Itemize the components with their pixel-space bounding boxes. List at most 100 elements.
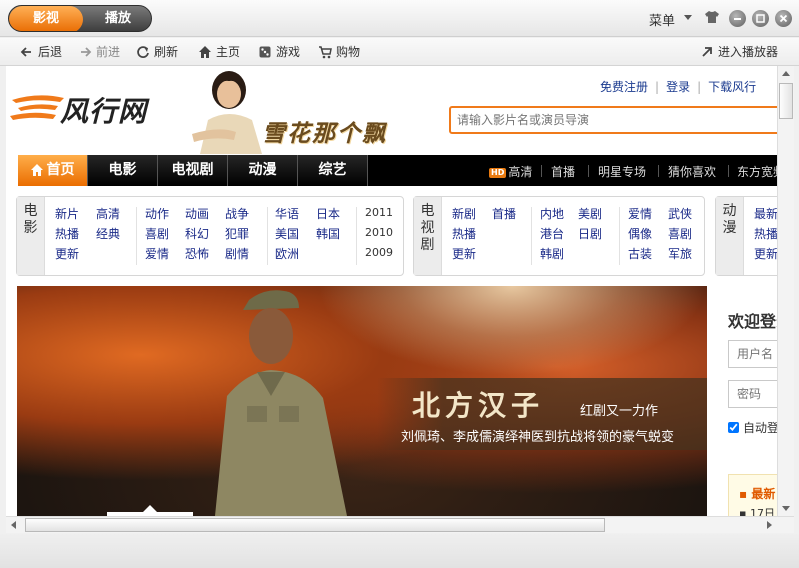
site-logo[interactable]: 风行网 (8, 88, 178, 128)
close-button[interactable] (775, 10, 792, 27)
hd-link[interactable]: HD 高清 (489, 163, 532, 180)
movie-link[interactable]: 新片 (55, 205, 79, 222)
movie-link[interactable]: 美国 (275, 225, 299, 242)
channel-anime[interactable]: 动漫 (228, 155, 298, 186)
tv-link[interactable]: 古装 (628, 245, 652, 262)
movie-link[interactable]: 日本 (316, 205, 340, 222)
anime-link[interactable]: 更新 (754, 245, 777, 262)
separator: | (655, 80, 660, 94)
username-input[interactable] (728, 340, 777, 368)
tab-video[interactable]: 影视 (9, 6, 83, 31)
separator (728, 165, 729, 177)
hd-badge: HD (489, 168, 507, 178)
hero-soldier-figure (215, 290, 347, 516)
tv-link[interactable]: 武侠 (668, 205, 692, 222)
movie-link[interactable]: 欧洲 (275, 245, 299, 262)
forward-arrow-icon (81, 47, 92, 57)
tv-link[interactable]: 更新 (452, 245, 476, 262)
movie-link[interactable]: 韩国 (316, 225, 340, 242)
password-input[interactable] (728, 380, 777, 408)
refresh-icon (137, 46, 149, 58)
movie-category-box: 电影 新片 高清 热播 经典 更新 动作 动画 战争 喜剧 科幻 犯罪 爱情 恐… (16, 196, 404, 276)
games-button[interactable]: 游戏 (258, 43, 300, 61)
movie-link[interactable]: 喜剧 (145, 225, 169, 242)
horizontal-scrollbar[interactable] (6, 516, 794, 533)
premiere-link[interactable]: 首播 (551, 163, 575, 180)
shop-button[interactable]: 购物 (318, 43, 360, 61)
movie-link[interactable]: 爱情 (145, 245, 169, 262)
tv-link[interactable]: 爱情 (628, 205, 652, 222)
hero-banner[interactable]: 北方汉子 红剧又一力作 刘佩琦、李成儒演绎神医到抗战将领的豪气蜕变 (17, 286, 707, 516)
movie-link[interactable]: 经典 (96, 225, 120, 242)
vertical-scroll-thumb[interactable] (779, 83, 793, 119)
status-bar (0, 534, 799, 568)
tv-link[interactable]: 日剧 (578, 225, 602, 242)
movie-link[interactable]: 华语 (275, 205, 299, 222)
movie-link[interactable]: 更新 (55, 245, 79, 262)
chevron-down-icon[interactable] (684, 15, 692, 20)
search-input[interactable] (451, 108, 777, 132)
separator: | (697, 80, 702, 94)
scroll-down-arrow-icon[interactable] (782, 506, 790, 511)
movie-link[interactable]: 科幻 (185, 225, 209, 242)
tv-link[interactable]: 港台 (540, 225, 564, 242)
news-item[interactable]: ▪ 17日 (739, 505, 775, 516)
news-item[interactable]: ▪ 最新 (739, 485, 775, 502)
stars-link[interactable]: 明星专场 (598, 163, 646, 180)
close-icon (779, 14, 788, 23)
download-link[interactable]: 下载风行 (708, 80, 756, 94)
movie-link[interactable]: 犯罪 (225, 225, 249, 242)
vertical-scrollbar[interactable] (777, 66, 794, 516)
auto-login-checkbox[interactable] (728, 422, 739, 433)
movie-link[interactable]: 高清 (96, 205, 120, 222)
tv-link[interactable]: 热播 (452, 225, 476, 242)
forward-button[interactable]: 前进 (78, 43, 120, 61)
scroll-right-arrow-icon[interactable] (767, 521, 772, 529)
hd-label: 高清 (508, 165, 533, 179)
channel-movie[interactable]: 电影 (88, 155, 158, 186)
movie-link[interactable]: 战争 (225, 205, 249, 222)
tv-link[interactable]: 偶像 (628, 225, 652, 242)
anime-link[interactable]: 最新 (754, 205, 777, 222)
tv-link[interactable]: 新剧 (452, 205, 476, 222)
channel-tv[interactable]: 电视剧 (158, 155, 228, 186)
movie-link[interactable]: 热播 (55, 225, 79, 242)
auto-login-label: 自动登录 (743, 421, 777, 435)
tab-play[interactable]: 播放 (83, 6, 151, 31)
maximize-button[interactable] (752, 10, 769, 27)
channel-bar: 首页 电影 电视剧 动漫 综艺 HD高清 首播 明星专场 猜你喜欢 东方宽频 (18, 155, 777, 186)
year-link[interactable]: 2010 (365, 226, 393, 239)
movie-link[interactable]: 动作 (145, 205, 169, 222)
back-button[interactable]: 后退 (20, 43, 62, 61)
tv-link[interactable]: 喜剧 (668, 225, 692, 242)
refresh-button[interactable]: 刷新 (136, 43, 178, 61)
channel-home[interactable]: 首页 (18, 155, 88, 186)
anime-link[interactable]: 热播 (754, 225, 777, 242)
home-button[interactable]: 主页 (198, 43, 240, 61)
tshirt-icon[interactable] (704, 10, 720, 24)
guess-link[interactable]: 猜你喜欢 (668, 163, 716, 180)
auto-login-checkbox-label[interactable]: 自动登录 (728, 419, 777, 436)
tv-link[interactable]: 军旅 (668, 245, 692, 262)
scroll-up-arrow-icon[interactable] (782, 71, 790, 76)
enter-player-button[interactable]: 进入播放器 (700, 43, 778, 61)
tv-link[interactable]: 内地 (540, 205, 564, 222)
movie-link[interactable]: 恐怖 (185, 245, 209, 262)
logo-text: 风行网 (60, 95, 148, 128)
tv-link[interactable]: 首播 (492, 205, 516, 222)
menu-button[interactable]: 菜单 (649, 10, 675, 29)
movie-link[interactable]: 剧情 (225, 245, 249, 262)
east-link[interactable]: 东方宽频 (737, 163, 777, 180)
login-link[interactable]: 登录 (666, 80, 690, 94)
minimize-button[interactable] (729, 10, 746, 27)
tv-link[interactable]: 韩剧 (540, 245, 564, 262)
divider (267, 207, 268, 265)
tv-link[interactable]: 美剧 (578, 205, 602, 222)
year-link[interactable]: 2011 (365, 206, 393, 219)
scroll-left-arrow-icon[interactable] (11, 521, 16, 529)
register-link[interactable]: 免费注册 (600, 80, 648, 94)
year-link[interactable]: 2009 (365, 246, 393, 259)
movie-link[interactable]: 动画 (185, 205, 209, 222)
horizontal-scroll-thumb[interactable] (25, 518, 605, 532)
channel-variety[interactable]: 综艺 (298, 155, 368, 186)
